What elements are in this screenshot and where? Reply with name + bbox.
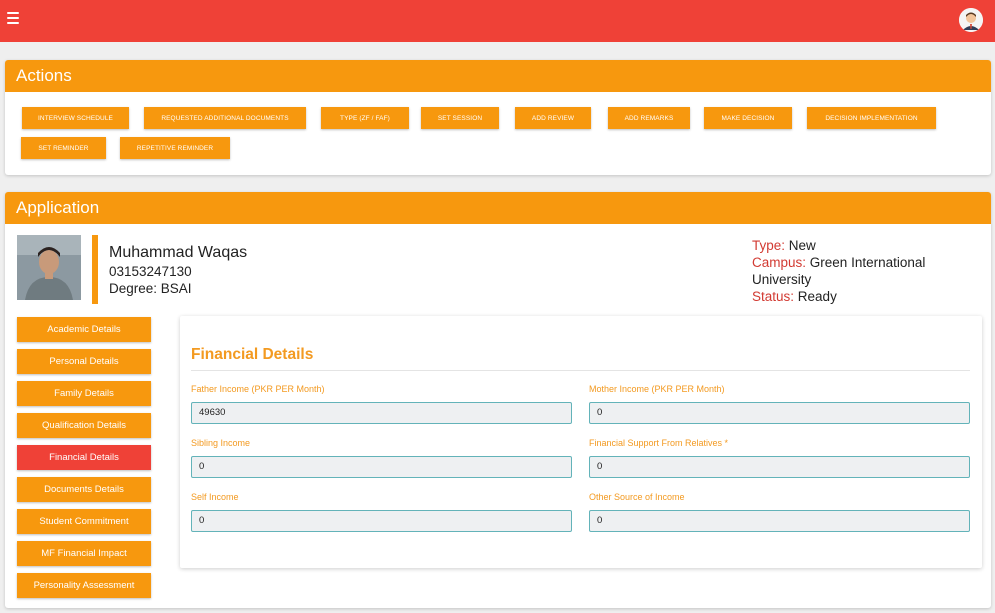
sidebar-item-family-details[interactable]: Family Details: [17, 381, 151, 406]
financial-details-title: Financial Details: [191, 346, 314, 363]
financial-details-card: Financial Details Father Income (PKR PER…: [180, 316, 982, 568]
application-panel-title: Application: [5, 192, 991, 224]
hamburger-menu-icon[interactable]: [7, 12, 19, 28]
father-income-label: Father Income (PKR PER Month): [191, 384, 325, 394]
type-label: Type:: [752, 238, 786, 253]
sibling-income-label: Sibling Income: [191, 438, 251, 448]
applicant-name: Muhammad Waqas: [109, 244, 248, 261]
add-review-button[interactable]: Add Review: [515, 107, 591, 129]
applicant-photo-image: [17, 235, 81, 300]
applicant-degree: Degree: BSAI: [109, 281, 192, 296]
sidebar-item-financial-details[interactable]: Financial Details: [17, 445, 151, 470]
set-session-button[interactable]: Set Session: [421, 107, 499, 129]
type-zf-faf-button[interactable]: Type (ZF / FAF): [321, 107, 409, 129]
sidebar-item-documents-details[interactable]: Documents Details: [17, 477, 151, 502]
sidebar-item-personality-assessment[interactable]: Personality Assessment: [17, 573, 151, 598]
sidebar-item-academic-details[interactable]: Academic Details: [17, 317, 151, 342]
user-avatar[interactable]: [959, 8, 983, 32]
relatives-support-field[interactable]: 0: [589, 456, 970, 478]
set-reminder-button[interactable]: Set Reminder: [21, 137, 106, 159]
make-decision-button[interactable]: Make Decision: [704, 107, 792, 129]
requested-additional-documents-button[interactable]: Requested Additional Documents: [144, 107, 306, 129]
decision-implementation-button[interactable]: Decision Implementation: [807, 107, 936, 129]
mother-income-field[interactable]: 0: [589, 402, 970, 424]
campus-row: Campus: Green International University: [752, 254, 972, 288]
mother-income-label: Mother Income (PKR PER Month): [589, 384, 725, 394]
self-income-label: Self Income: [191, 492, 239, 502]
sidebar-item-student-commitment[interactable]: Student Commitment: [17, 509, 151, 534]
applicant-phone: 03153247130: [109, 264, 192, 279]
type-row: Type: New: [752, 237, 972, 254]
other-income-label: Other Source of Income: [589, 492, 685, 502]
add-remarks-button[interactable]: Add Remarks: [608, 107, 690, 129]
father-income-field[interactable]: 49630: [191, 402, 572, 424]
repetitive-reminder-button[interactable]: Repetitive Reminder: [120, 137, 230, 159]
top-app-bar: [0, 0, 995, 42]
relatives-support-label: Financial Support From Relatives *: [589, 438, 729, 448]
profile-accent-bar: [92, 235, 98, 304]
other-income-field[interactable]: 0: [589, 510, 970, 532]
status-row: Status: Ready: [752, 288, 972, 305]
status-label: Status:: [752, 289, 795, 304]
campus-label: Campus:: [752, 255, 807, 270]
sidebar-item-qualification-details[interactable]: Qualification Details: [17, 413, 151, 438]
application-panel: Application Muhammad Waqas 03153247130 D…: [5, 192, 991, 608]
self-income-field[interactable]: 0: [191, 510, 572, 532]
application-meta: Type: New Campus: Green International Un…: [752, 237, 972, 305]
applicant-photo: [17, 235, 81, 300]
sidebar-item-personal-details[interactable]: Personal Details: [17, 349, 151, 374]
actions-panel: Actions Interview Schedule Requested Add…: [5, 60, 991, 175]
status-value: Ready: [797, 289, 837, 304]
type-value: New: [788, 238, 816, 253]
financial-details-divider: [191, 370, 970, 371]
interview-schedule-button[interactable]: Interview Schedule: [22, 107, 129, 129]
sidebar-item-mf-financial-impact[interactable]: MF Financial Impact: [17, 541, 151, 566]
actions-panel-title: Actions: [5, 60, 991, 92]
sibling-income-field[interactable]: 0: [191, 456, 572, 478]
user-avatar-icon: [959, 8, 983, 32]
